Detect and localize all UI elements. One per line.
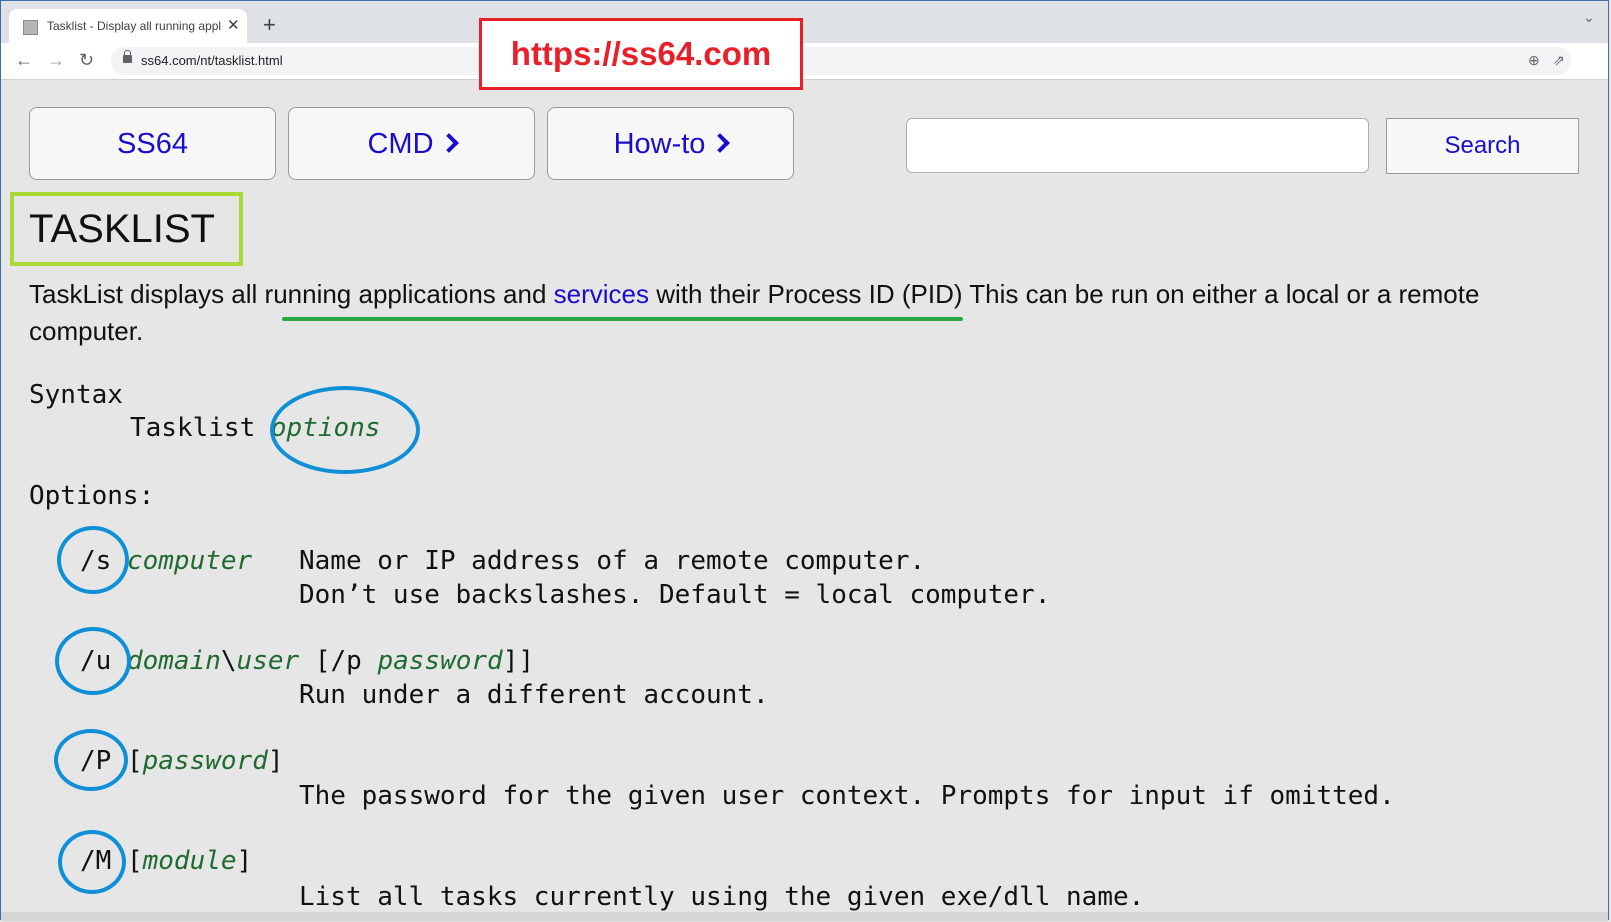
howto-nav-button[interactable]: How-to: [547, 107, 794, 180]
cmd-nav-label: CMD: [367, 128, 434, 160]
option-p-close: ]: [267, 746, 284, 776]
services-link[interactable]: services: [554, 279, 649, 309]
option-u-password: password: [377, 646, 503, 676]
close-tab-icon[interactable]: ✕: [227, 16, 240, 34]
option-u-domain: domain: [126, 646, 221, 676]
intro-paragraph: TaskList displays all running applicatio…: [29, 276, 1599, 350]
option-m-desc1: List all tasks currently using the given…: [299, 882, 1145, 912]
intro-text-start: TaskList displays all running applicatio…: [29, 279, 554, 309]
switch-annotation-circle: [55, 627, 131, 695]
tab-search-chevron-icon[interactable]: ⌄: [1583, 9, 1595, 26]
new-tab-button[interactable]: +: [263, 14, 276, 36]
syntax-command-name: Tasklist: [130, 413, 256, 443]
options-heading: Options:: [29, 481, 155, 511]
switch-annotation-circle: [54, 729, 128, 791]
option-p-open: [: [126, 746, 143, 776]
forward-arrow-icon[interactable]: →: [47, 50, 65, 70]
tab-strip: Tasklist - Display all running appl ✕ + …: [1, 1, 1608, 43]
tab-title: Tasklist - Display all running appl: [47, 19, 222, 33]
site-url-watermark: https://ss64.com: [479, 18, 803, 90]
options-annotation-circle: [270, 386, 420, 474]
horizontal-scrollbar[interactable]: [1, 912, 1608, 921]
option-s-desc2: Don’t use backslashes. Default = local c…: [299, 580, 1051, 610]
howto-nav-label: How-to: [613, 128, 706, 160]
switch-annotation-circle: [57, 526, 129, 594]
address-bar[interactable]: ss64.com/nt/tasklist.html ⊕ ⇗: [111, 47, 1571, 75]
option-m-close: ]: [236, 846, 253, 876]
option-u-close: ]]: [502, 646, 534, 676]
option-u-desc1: Run under a different account.: [299, 680, 769, 710]
chevron-right-icon: [438, 133, 459, 153]
syntax-heading: Syntax: [29, 380, 123, 410]
cmd-nav-button[interactable]: CMD: [288, 107, 535, 180]
url-text: ss64.com/nt/tasklist.html: [141, 53, 283, 68]
site-search-input[interactable]: [906, 118, 1369, 173]
option-p-desc1: The password for the given user context.…: [299, 781, 1395, 811]
option-u-open: [/p: [299, 646, 378, 676]
switch-annotation-circle: [58, 830, 126, 894]
option-u-line: /u domain\user [/p password]]: [80, 646, 534, 676]
chevron-right-icon: [710, 133, 731, 153]
option-p-param: password: [142, 746, 268, 776]
page-favicon-icon: [23, 20, 38, 35]
zoom-icon[interactable]: ⊕: [1528, 52, 1540, 69]
browser-toolbar: ← → ↻ ss64.com/nt/tasklist.html ⊕ ⇗: [1, 43, 1608, 80]
lock-icon: [123, 50, 132, 63]
home-nav-button[interactable]: SS64: [29, 107, 276, 180]
page-title: TASKLIST: [29, 207, 215, 251]
back-arrow-icon[interactable]: ←: [15, 50, 33, 70]
highlight-underline: [282, 317, 963, 321]
option-u-sep: \: [220, 646, 237, 676]
option-s-desc1: Name or IP address of a remote computer.: [299, 546, 926, 576]
browser-tab[interactable]: Tasklist - Display all running appl ✕: [9, 9, 247, 43]
search-button[interactable]: Search: [1386, 118, 1579, 174]
share-icon[interactable]: ⇗: [1553, 52, 1565, 69]
home-nav-label: SS64: [117, 128, 188, 160]
option-m-param: module: [142, 846, 237, 876]
reload-icon[interactable]: ↻: [79, 50, 94, 70]
option-s-param: computer: [126, 546, 253, 576]
option-m-open: [: [126, 846, 143, 876]
option-u-user: user: [236, 646, 300, 676]
